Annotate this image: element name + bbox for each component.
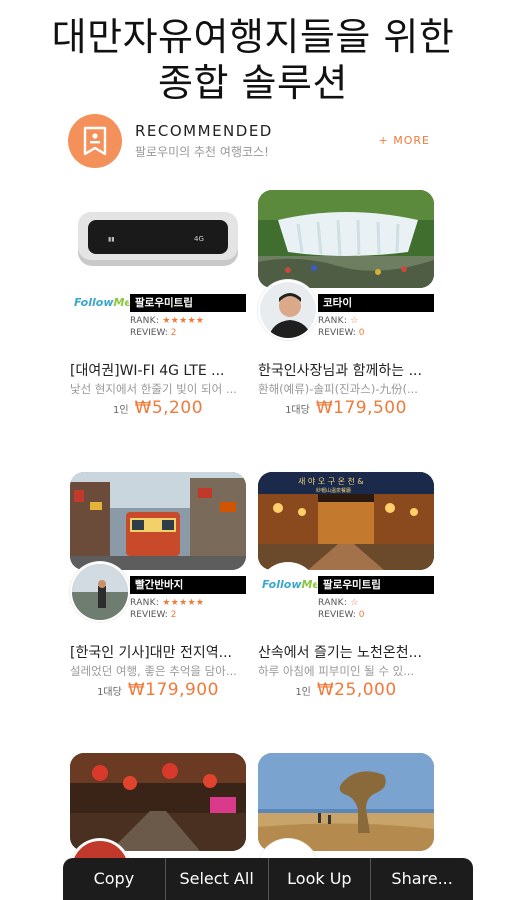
review-count: REVIEW: 0 <box>318 610 365 620</box>
price-row: 1대당 ₩179,500 <box>285 398 407 418</box>
svg-text:새 야 오 구 온 천 &: 새 야 오 구 온 천 & <box>298 476 364 486</box>
rank: RANK: ☆ <box>318 316 359 326</box>
svg-text:▮▮: ▮▮ <box>108 236 115 243</box>
select-all-menu-item[interactable]: Select All <box>166 858 269 900</box>
recommended-header: RECOMMENDED 팔로우미의 추천 여행코스! + MORE <box>68 112 438 172</box>
seller-name: 팔로우미트립 <box>318 576 434 594</box>
headline-line-1: 대만자유여행지들을 위한 <box>51 15 455 59</box>
rank: RANK: ☆ <box>318 598 359 608</box>
recommended-subtitle: 팔로우미의 추천 여행코스! <box>135 145 269 159</box>
seller-name: 팔로우미트립 <box>130 294 246 312</box>
recommended-title: RECOMMENDED <box>135 122 273 140</box>
product-desc: 설레었던 여행, 좋은 추억을 담아... <box>70 664 237 678</box>
followmetrip-logo: FollowMeTrip <box>74 296 130 309</box>
product-title: [한국인 기사]대만 전지역... <box>70 645 232 661</box>
text-selection-context-menu: Copy Select All Look Up Share... <box>63 858 473 900</box>
wifi-device-photo: ▮▮ 4G <box>70 190 246 288</box>
seller-logo: FollowMeTrip <box>70 280 130 340</box>
followmetrip-logo: FollowMeTrip <box>262 578 318 591</box>
price-row: 1인 ₩5,200 <box>112 398 204 418</box>
waterfall-photo <box>258 190 434 288</box>
headline-line-2: 종합 솔루션 <box>158 61 348 105</box>
review-count: REVIEW: 2 <box>130 328 177 338</box>
review-count: REVIEW: 2 <box>130 610 177 620</box>
price: ₩5,200 <box>134 398 204 418</box>
seller-name: 코타이 <box>318 294 434 312</box>
product-card-waterfall-tour[interactable]: 코타이 RANK: ☆ REVIEW: 0 한국인사장님과 함께하는 ... 환… <box>258 190 434 418</box>
rank-stars: ★★★★★ <box>162 316 205 326</box>
rank-stars: ☆ <box>350 598 359 608</box>
price: ₩25,000 <box>316 680 397 700</box>
price: ₩179,900 <box>127 680 219 700</box>
rank-stars: ★★★★★ <box>162 598 205 608</box>
product-desc: 하루 아침에 피부미인 될 수 있... <box>258 664 415 678</box>
seller-avatar <box>70 562 130 622</box>
product-card-wifi[interactable]: ▮▮ 4G FollowMeTrip 팔로우미트립 RANK: ★★★★★ RE… <box>70 190 246 418</box>
product-title: [대여권]WI-FI 4G LTE ... <box>70 363 225 379</box>
review-count: REVIEW: 0 <box>318 328 365 338</box>
rank-stars: ☆ <box>350 316 359 326</box>
rank: RANK: ★★★★★ <box>130 316 205 326</box>
share-menu-item[interactable]: Share... <box>371 858 473 900</box>
product-desc: 낯선 현지에서 한줄기 빛이 되어 ... <box>70 382 237 396</box>
page-headline: 대만자유여행지들을 위한 종합 솔루션 <box>0 14 506 106</box>
more-link[interactable]: + MORE <box>379 134 430 147</box>
seller-avatar <box>258 280 318 340</box>
product-desc: 환해(예류)-솔피(진과스)-九份(... <box>258 382 418 396</box>
look-up-menu-item[interactable]: Look Up <box>269 858 372 900</box>
seller-logo: FollowMeTrip <box>258 562 318 622</box>
seller-name: 빨간반바지 <box>130 576 246 594</box>
product-title: 한국인사장님과 함께하는 ... <box>258 363 422 379</box>
price: ₩179,500 <box>315 398 407 418</box>
svg-text:紗帽山溫泉餐廳: 紗帽山溫泉餐廳 <box>316 487 351 494</box>
rank: RANK: ★★★★★ <box>130 598 205 608</box>
product-card-old-street[interactable] <box>70 753 246 899</box>
price-row: 1인 ₩25,000 <box>295 680 397 700</box>
product-title: 산속에서 즐기는 노천온천... <box>258 645 422 661</box>
copy-menu-item[interactable]: Copy <box>63 858 166 900</box>
product-card-driver-tour[interactable]: 빨간반바지 RANK: ★★★★★ REVIEW: 2 [한국인 기사]대만 전… <box>70 472 246 700</box>
price-row: 1대당 ₩179,900 <box>97 680 219 700</box>
product-card-hot-spring[interactable]: 새 야 오 구 온 천 & 紗帽山溫泉餐廳 FollowMeTrip 팔로우미트… <box>258 472 434 700</box>
recommended-badge-icon <box>68 114 122 168</box>
yehliu-rock-photo <box>258 753 434 851</box>
hot-spring-photo: 새 야 오 구 온 천 & 紗帽山溫泉餐廳 <box>258 472 434 570</box>
old-street-photo <box>70 753 246 851</box>
svg-text:4G: 4G <box>194 235 204 243</box>
product-card-yehliu[interactable] <box>258 753 434 899</box>
train-street-photo <box>70 472 246 570</box>
